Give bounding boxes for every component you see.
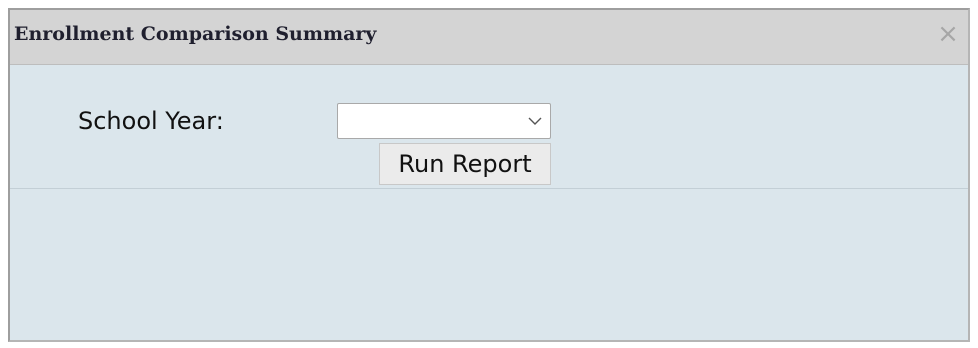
chevron-down-icon [528,117,542,125]
run-report-button[interactable]: Run Report [379,143,551,185]
close-icon[interactable]: × [934,20,962,48]
school-year-label: School Year: [78,107,224,135]
enrollment-comparison-dialog: Enrollment Comparison Summary × School Y… [8,8,970,342]
dialog-title: Enrollment Comparison Summary [14,23,377,45]
school-year-select[interactable] [337,103,551,139]
report-parameters-panel: School Year: Run Report [10,65,968,189]
dialog-titlebar: Enrollment Comparison Summary × [10,10,968,65]
report-output-area [10,189,968,340]
